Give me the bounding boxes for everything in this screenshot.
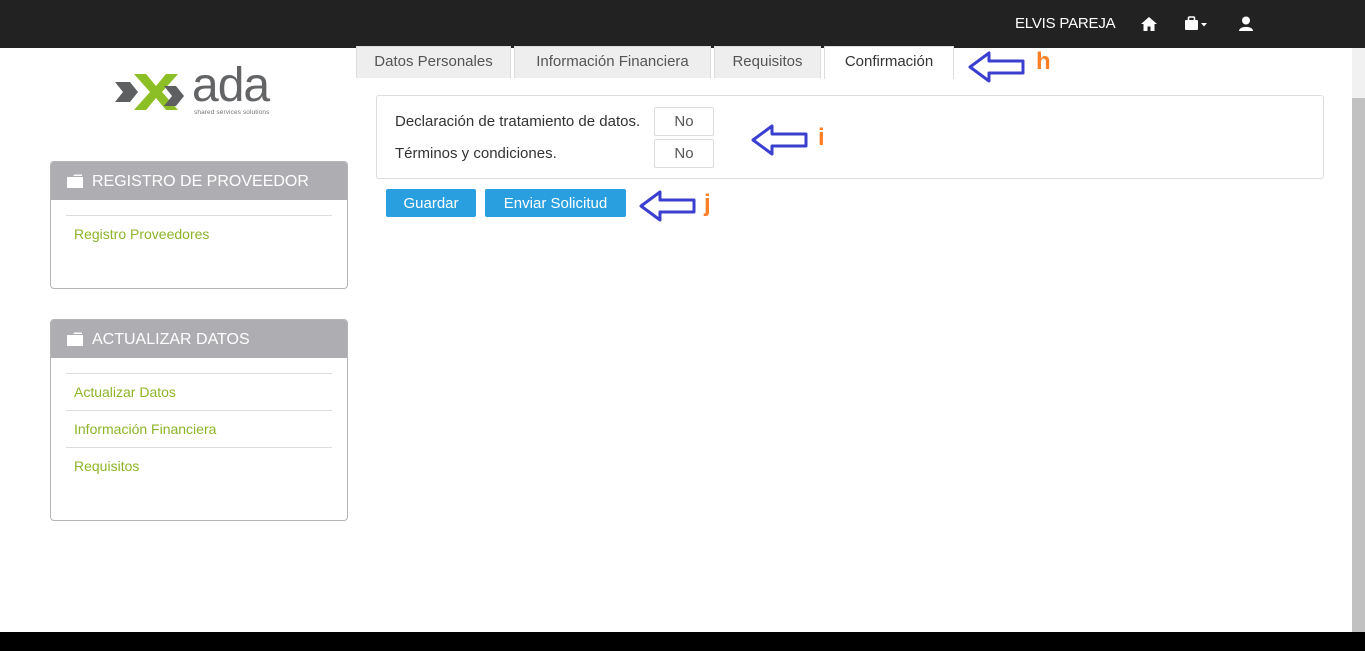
sidebar-link-requisitos[interactable]: Requisitos	[66, 447, 332, 484]
panel-title: ACTUALIZAR DATOS	[92, 331, 250, 348]
panel-header: ACTUALIZAR DATOS	[51, 320, 347, 358]
sidebar-link-registro-proveedores[interactable]: Registro Proveedores	[66, 215, 332, 252]
scrollbar-thumb[interactable]	[1352, 98, 1365, 632]
annotation-label-i: i	[818, 124, 825, 151]
logo-wordmark: ada	[192, 59, 270, 112]
sidebar-link-actualizar-datos[interactable]: Actualizar Datos	[66, 373, 332, 410]
annotation-arrow-h-icon	[968, 51, 1025, 83]
annotation-label-j: j	[704, 190, 711, 217]
user-icon[interactable]	[1236, 14, 1256, 34]
tab-informacion-financiera[interactable]: Información Financiera	[514, 46, 711, 78]
briefcase-dropdown-icon[interactable]	[1183, 14, 1211, 34]
data-declaration-value[interactable]: No	[654, 107, 714, 136]
panel-title: REGISTRO DE PROVEEDOR	[92, 173, 309, 190]
terms-value[interactable]: No	[654, 139, 714, 168]
tab-confirmacion[interactable]: Confirmación	[824, 46, 954, 79]
top-navbar: ELVIS PAREJA	[0, 0, 1365, 48]
tab-datos-personales[interactable]: Datos Personales	[356, 46, 511, 78]
logo-mark-icon	[115, 74, 184, 110]
confirmation-panel: Declaración de tratamiento de datos. No …	[376, 95, 1324, 179]
folder-icon	[67, 174, 83, 188]
folder-icon	[67, 332, 83, 346]
submit-request-button[interactable]: Enviar Solicitud	[485, 189, 626, 217]
bottom-bar	[0, 632, 1365, 651]
home-icon[interactable]	[1139, 14, 1159, 34]
save-button[interactable]: Guardar	[386, 189, 476, 217]
user-name-link[interactable]: ELVIS PAREJA	[1015, 15, 1116, 32]
tab-requisitos[interactable]: Requisitos	[714, 46, 821, 78]
annotation-arrow-i-icon	[751, 124, 808, 156]
sidebar-link-informacion-financiera[interactable]: Información Financiera	[66, 410, 332, 447]
panel-registro-proveedor: REGISTRO DE PROVEEDOR Registro Proveedor…	[50, 161, 348, 289]
terms-label: Términos y condiciones.	[395, 145, 557, 162]
panel-header: REGISTRO DE PROVEEDOR	[51, 162, 347, 200]
data-declaration-label: Declaración de tratamiento de datos.	[395, 113, 641, 130]
annotation-label-h: h	[1036, 48, 1051, 75]
logo-tagline: shared services solutions	[194, 109, 270, 116]
panel-actualizar-datos: ACTUALIZAR DATOS Actualizar Datos Inform…	[50, 319, 348, 521]
annotation-arrow-j-icon	[639, 190, 696, 222]
